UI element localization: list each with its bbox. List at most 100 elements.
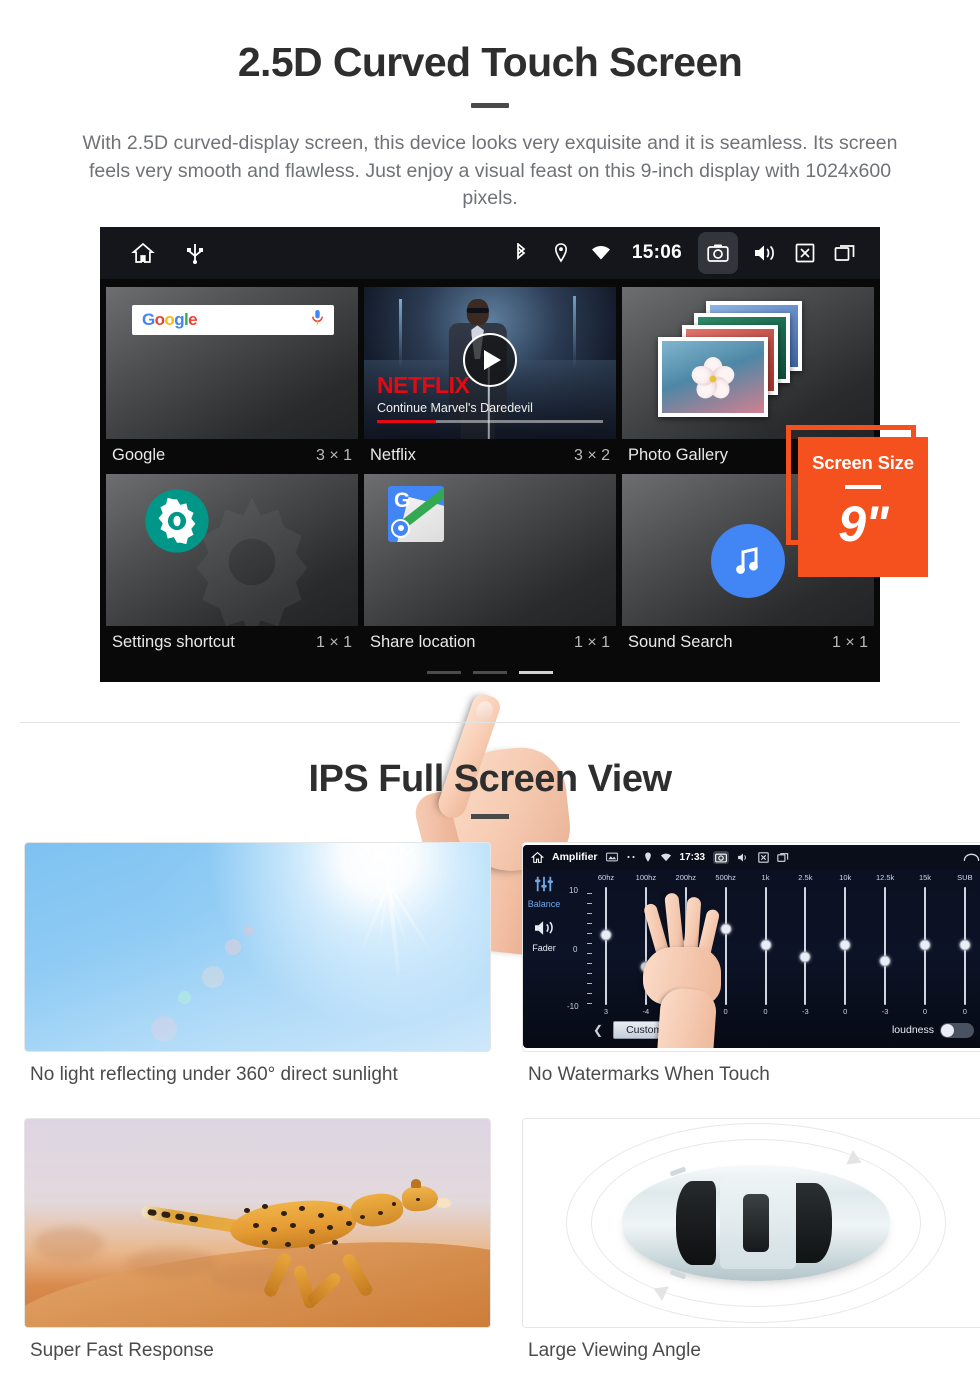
- close-box-icon[interactable]: [758, 851, 769, 863]
- page-dot[interactable]: [427, 671, 461, 675]
- eq-slider[interactable]: -3: [792, 885, 818, 1017]
- band-label: 100hz: [635, 873, 657, 882]
- card-viewing-angle: Large Viewing Angle: [522, 1118, 980, 1362]
- widget-netflix[interactable]: NETFLIX Continue Marvel's Daredevil Netf…: [364, 287, 616, 474]
- amplifier-screenshot: Amplifier 17:33 Balance Fader 60hz 100hz…: [523, 843, 980, 1051]
- widget-size: 3 × 1: [315, 446, 352, 464]
- eq-slider[interactable]: 3: [593, 885, 619, 1017]
- eq-slider[interactable]: -3: [872, 885, 898, 1017]
- band-label: 2.5k: [798, 873, 813, 882]
- card-fast-response: Super Fast Response: [24, 1118, 491, 1362]
- index-finger: [434, 691, 503, 822]
- card-image-frame: [522, 1118, 980, 1328]
- card-row-2: Super Fast Response Large Viewing Angle: [0, 1118, 980, 1362]
- home-icon[interactable]: [130, 240, 156, 266]
- eq-value: 0: [763, 1007, 768, 1016]
- playback-progress-bar: [377, 420, 603, 424]
- cherry-blossom-photo: [658, 337, 768, 418]
- widget-settings-shortcut[interactable]: Settings shortcut 1 × 1: [106, 474, 358, 661]
- wifi-icon[interactable]: [588, 240, 614, 266]
- recents-icon[interactable]: [777, 852, 789, 863]
- eq-slider[interactable]: 0: [832, 885, 858, 1017]
- eq-value: -3: [881, 1007, 889, 1016]
- eq-slider[interactable]: 0: [952, 885, 978, 1017]
- camera-icon[interactable]: [713, 850, 730, 864]
- band-label: 200hz: [675, 873, 696, 882]
- widget-preview-netflix: NETFLIX Continue Marvel's Daredevil: [364, 287, 616, 440]
- running-cheetah-image: [25, 1119, 490, 1327]
- microphone-icon[interactable]: [311, 309, 324, 331]
- widget-preview-google: Google: [106, 287, 358, 440]
- section-description: With 2.5D curved-display screen, this de…: [82, 132, 898, 210]
- recents-icon[interactable]: [832, 240, 858, 266]
- play-button[interactable]: [463, 333, 517, 388]
- feature-card-grid: No light reflecting under 360° direct su…: [0, 842, 980, 1362]
- back-icon[interactable]: [963, 852, 980, 863]
- section-title-ips: IPS Full Screen View: [308, 758, 672, 800]
- google-search-bar[interactable]: Google: [132, 305, 334, 336]
- widget-name: Sound Search: [628, 633, 733, 652]
- amplifier-title: Amplifier: [552, 851, 598, 863]
- widget-preview-photo-gallery: [622, 287, 874, 440]
- sidebar-label-fader: Fader: [532, 943, 556, 953]
- android-status-bar: 15:06: [100, 227, 880, 280]
- widget-row-2: Settings shortcut 1 × 1 G Share location…: [106, 474, 874, 661]
- widget-preview-share-location: G: [364, 474, 616, 627]
- card-no-watermarks: Amplifier 17:33 Balance Fader 60hz 100hz…: [522, 842, 980, 1086]
- widget-share-location[interactable]: G Share location 1 × 1: [364, 474, 616, 661]
- dots-icon[interactable]: [626, 854, 636, 860]
- home-icon[interactable]: [531, 851, 544, 864]
- usb-icon[interactable]: [182, 240, 208, 266]
- card-image-frame: [24, 842, 491, 1052]
- eq-slider[interactable]: 0: [912, 885, 938, 1017]
- widget-preview-settings: [106, 474, 358, 627]
- sunroof: [742, 1194, 769, 1252]
- loudness-toggle[interactable]: [940, 1022, 974, 1038]
- hand-illustration: [641, 892, 737, 1048]
- card-sunlight: No light reflecting under 360° direct su…: [24, 842, 491, 1086]
- image-icon[interactable]: [605, 852, 618, 862]
- scale-top: 10: [569, 886, 578, 895]
- camera-icon[interactable]: [698, 232, 738, 275]
- page-dot[interactable]: [473, 671, 507, 675]
- widget-size: 1 × 1: [573, 633, 610, 651]
- volume-icon[interactable]: [752, 240, 778, 266]
- eq-value: -3: [802, 1007, 809, 1016]
- page-indicator: [106, 661, 874, 675]
- section-divider: [20, 722, 960, 723]
- eq-slider[interactable]: 0: [753, 885, 779, 1017]
- location-icon[interactable]: [644, 852, 652, 863]
- eq-value: 3: [603, 1007, 609, 1016]
- widget-row-1: Google Google 3 × 1 NETFLIX Continue Mar…: [106, 287, 874, 474]
- netflix-artwork: NETFLIX Continue Marvel's Daredevil: [364, 287, 616, 440]
- frequency-band-labels: 60hz 100hz 200hz 500hz 1k 2.5k 10k 12.5k: [567, 873, 980, 882]
- section-title-underline: [471, 814, 509, 819]
- fader-icon[interactable]: [533, 919, 555, 942]
- card-caption: No Watermarks When Touch: [528, 1064, 770, 1085]
- google-logo: Google: [142, 310, 198, 330]
- close-box-icon[interactable]: [792, 240, 818, 266]
- location-icon[interactable]: [548, 240, 574, 266]
- balance-icon[interactable]: [533, 876, 555, 897]
- eq-value: 0: [922, 1007, 928, 1016]
- widget-google[interactable]: Google Google 3 × 1: [106, 287, 358, 474]
- netflix-subtitle: Continue Marvel's Daredevil: [377, 401, 533, 416]
- page-dot-active[interactable]: [519, 671, 553, 675]
- card-row-1: No light reflecting under 360° direct su…: [0, 842, 980, 1086]
- amplifier-footer: ❮ Custom loudness: [567, 1017, 980, 1043]
- wifi-icon[interactable]: [660, 853, 672, 862]
- car-top-view-image: [523, 1119, 980, 1327]
- amplifier-status-bar: Amplifier 17:33: [523, 845, 980, 869]
- bluetooth-icon[interactable]: [508, 240, 534, 266]
- netflix-brand: NETFLIX: [377, 372, 470, 399]
- band-label: 60hz: [597, 873, 615, 882]
- card-caption: No light reflecting under 360° direct su…: [30, 1064, 398, 1085]
- blossom-icon: [689, 356, 737, 402]
- back-chevron-icon[interactable]: ❮: [593, 1023, 603, 1037]
- widget-size: 1 × 1: [831, 633, 868, 651]
- fingernail: [473, 699, 496, 723]
- volume-icon[interactable]: [737, 852, 750, 863]
- sidebar-label-balance: Balance: [527, 899, 561, 909]
- widget-name: Google: [112, 446, 166, 465]
- band-label: SUB: [957, 873, 973, 882]
